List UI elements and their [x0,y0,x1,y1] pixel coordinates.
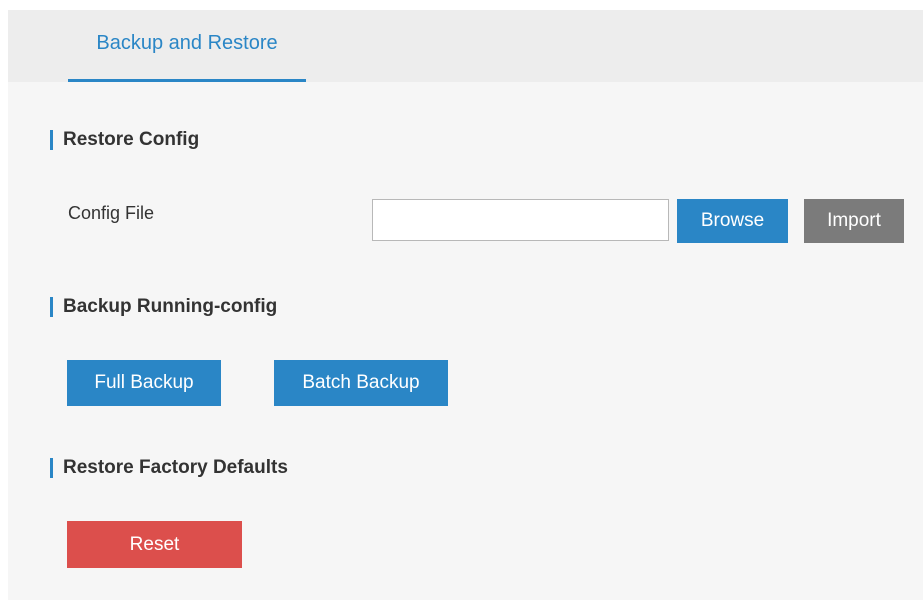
content-panel: Backup and Restore Restore Config Config… [8,10,923,600]
full-backup-button[interactable]: Full Backup [67,360,221,406]
section-title-restore-factory-defaults: Restore Factory Defaults [48,456,288,480]
import-button[interactable]: Import [804,199,904,243]
tab-bar: Backup and Restore [8,10,923,82]
tab-backup-and-restore[interactable]: Backup and Restore [68,10,306,82]
section-title-restore-config: Restore Config [48,128,199,152]
config-file-input[interactable] [372,199,669,241]
config-file-label: Config File [68,203,155,223]
browse-button[interactable]: Browse [677,199,788,243]
batch-backup-button[interactable]: Batch Backup [274,360,448,406]
section-title-backup-running-config: Backup Running-config [48,295,277,319]
reset-button[interactable]: Reset [67,521,242,568]
